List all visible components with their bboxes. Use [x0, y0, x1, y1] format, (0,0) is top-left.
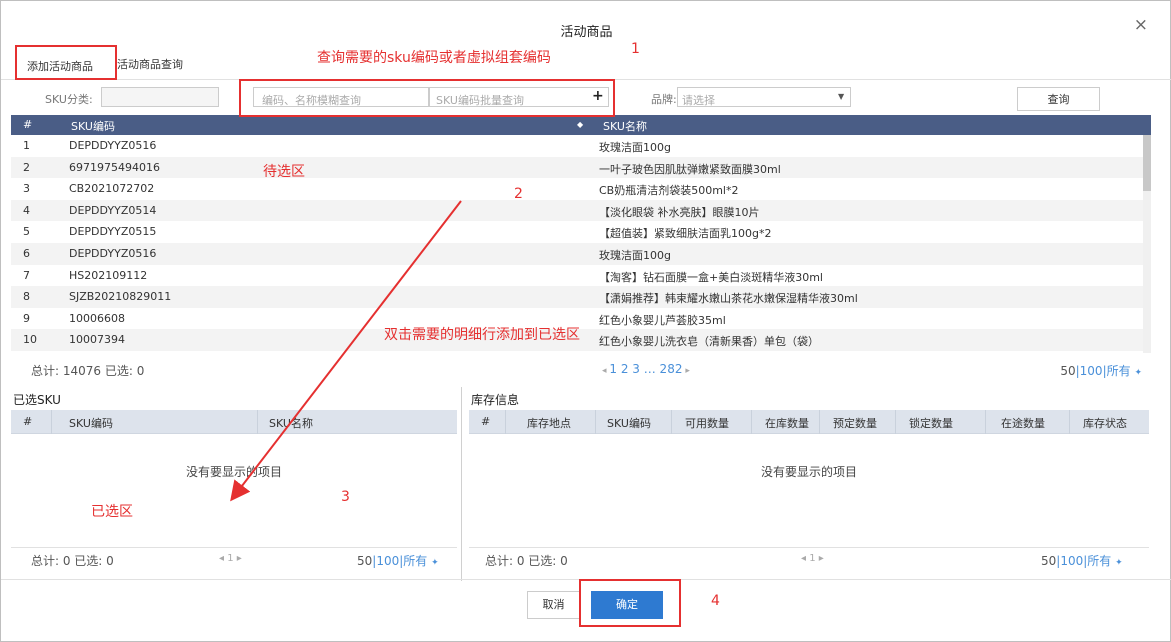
- stock-info-grid: # 库存地点 SKU编码 可用数量 在库数量 预定数量 锁定数量 在途数量 库存…: [469, 410, 1149, 548]
- annotation-candidate-area: 待选区: [263, 164, 305, 180]
- query-button[interactable]: 查询: [1017, 87, 1100, 111]
- candidate-total: 总计: 14076 已选: 0: [31, 364, 145, 378]
- table-row[interactable]: 2 6971975494016 一叶子玻色因肌肽弹嫩紧致面膜30ml: [11, 156, 1151, 179]
- candidate-sku-grid: # SKU编码 ◆ SKU名称 1 DEPDDYYZ0516 玫瑰洁面100g 26…: [11, 115, 1151, 353]
- selected-sku-title: 已选SKU: [13, 393, 61, 407]
- footer-divider: [1, 579, 1171, 580]
- plus-icon[interactable]: +: [592, 88, 604, 104]
- tab-activity-product-query[interactable]: 活动商品查询: [105, 45, 195, 79]
- table-row[interactable]: 7 HS202109112 【淘客】钻石面膜一盒+美白淡斑精华液30ml: [11, 265, 1151, 287]
- cancel-button[interactable]: 取消: [527, 591, 580, 619]
- table-row[interactable]: 5 DEPDDYYZ0515 【超值装】紧致细肤洁面乳100g*2: [11, 221, 1151, 243]
- candidate-grid-header: # SKU编码 ◆ SKU名称: [11, 115, 1151, 135]
- annotation-selected-area: 已选区: [91, 504, 133, 520]
- stock-grid-header: # 库存地点 SKU编码 可用数量 在库数量 预定数量 锁定数量 在途数量 库存…: [469, 410, 1149, 434]
- close-icon[interactable]: ×: [1134, 15, 1148, 35]
- candidate-rows: 1 DEPDDYYZ0516 玫瑰洁面100g 2 6971975494016 一叶子玻…: [11, 135, 1151, 351]
- selected-total: 总计: 0 已选: 0: [31, 554, 114, 568]
- selected-empty-message: 没有要显示的项目: [185, 465, 282, 479]
- arrow-up-icon[interactable]: ✦: [431, 558, 439, 568]
- arrow-up-icon[interactable]: ✦: [1134, 368, 1142, 378]
- brand-label: 品牌:: [651, 93, 677, 106]
- col-sku-code-header[interactable]: SKU编码: [71, 118, 115, 134]
- table-row[interactable]: 3 CB2021072702 CB奶瓶清洁剂袋装500ml*2: [11, 178, 1151, 200]
- sku-category-input[interactable]: [101, 87, 219, 107]
- sort-icon[interactable]: ◆: [577, 120, 583, 129]
- annotation-dblclick-hint: 双击需要的明细行添加到已选区: [384, 327, 580, 343]
- dialog-title: 活动商品: [560, 25, 613, 40]
- col-index-header: #: [23, 118, 33, 131]
- selected-sku-grid: # SKU编码 SKU名称 没有要显示的项目: [11, 410, 457, 548]
- page-links[interactable]: ◂ 1 2 3 … 282 ▸: [602, 362, 690, 376]
- next-page-icon[interactable]: ▸: [682, 366, 690, 376]
- page-size-options[interactable]: 50|100|所有 ✦: [1060, 362, 1142, 379]
- tab-divider: [1, 79, 1171, 80]
- scrollbar-thumb[interactable]: [1143, 135, 1151, 191]
- fuzzy-search-input[interactable]: 编码、名称模糊查询: [253, 87, 429, 107]
- annotation-step-1: 1: [631, 41, 640, 57]
- brand-select-placeholder: 请选择: [682, 94, 715, 107]
- brand-select[interactable]: 请选择 ▼: [677, 87, 851, 107]
- stock-page-size-options[interactable]: 50|100|所有 ✦: [1041, 552, 1123, 569]
- stock-info-title: 库存信息: [471, 393, 520, 407]
- confirm-button[interactable]: 确定: [591, 591, 663, 619]
- table-row[interactable]: 4 DEPDDYYZ0514 【淡化眼袋 补水亮肤】眼膜10片: [11, 199, 1151, 222]
- tab-add-activity-product[interactable]: 添加活动商品: [15, 45, 105, 79]
- selected-grid-header: # SKU编码 SKU名称: [11, 410, 457, 434]
- stock-empty-message: 没有要显示的项目: [760, 465, 857, 479]
- panel-divider: [461, 387, 462, 581]
- activity-product-dialog: 活动商品 × 添加活动商品 活动商品查询 SKU分类: 编码、名称模糊查询 SK…: [0, 0, 1171, 642]
- batch-sku-placeholder: SKU编码批量查询: [436, 94, 524, 107]
- chevron-down-icon: ▼: [838, 92, 845, 101]
- table-row[interactable]: 9 10006608 红色小象婴儿芦荟胶35ml: [11, 308, 1151, 330]
- annotation-step-3: 3: [341, 489, 350, 505]
- table-row[interactable]: 10 10007394 红色小象婴儿洗衣皂（清新果香）单包（袋）: [11, 329, 1151, 351]
- stock-total: 总计: 0 已选: 0: [485, 554, 568, 568]
- annotation-query-hint: 查询需要的sku编码或者虚拟组套编码: [317, 50, 551, 66]
- stock-page-nav[interactable]: ◂ 1 ▸: [801, 553, 824, 564]
- annotation-step-4: 4: [711, 593, 720, 609]
- arrow-up-icon[interactable]: ✦: [1115, 558, 1123, 568]
- col-sku-name-header[interactable]: SKU名称: [603, 118, 647, 134]
- annotation-step-2: 2: [514, 186, 523, 202]
- table-row[interactable]: 8 SJZB20210829011 【潇娟推荐】韩束耀水嫩山茶花水嫩保湿精华液30m…: [11, 286, 1151, 308]
- filter-bar: SKU分类: 编码、名称模糊查询 SKU编码批量查询 + 品牌: 请选择 ▼: [1, 87, 1171, 109]
- table-row[interactable]: 1 DEPDDYYZ0516 玫瑰洁面100g: [11, 135, 1151, 157]
- selected-page-size-options[interactable]: 50|100|所有 ✦: [357, 552, 439, 569]
- table-row[interactable]: 6 DEPDDYYZ0516 玫瑰洁面100g: [11, 242, 1151, 265]
- selected-page-nav[interactable]: ◂ 1 ▸: [219, 553, 242, 564]
- fuzzy-search-placeholder: 编码、名称模糊查询: [262, 94, 361, 107]
- sku-category-label: SKU分类:: [45, 93, 93, 106]
- batch-sku-input[interactable]: SKU编码批量查询 +: [429, 87, 609, 107]
- tab-bar: 添加活动商品 活动商品查询: [15, 45, 195, 79]
